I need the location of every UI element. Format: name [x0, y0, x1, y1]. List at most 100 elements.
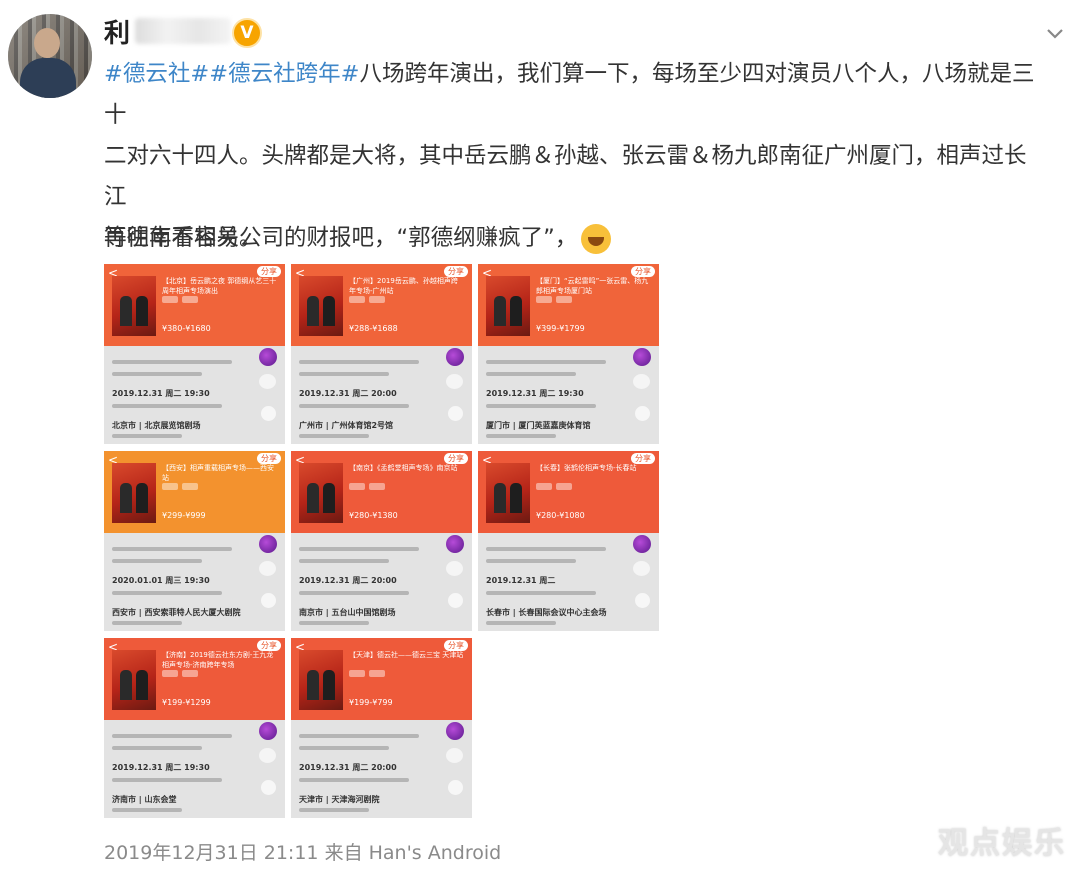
event-screenshot-card[interactable]: < 分享 【南京】《孟鹤堂相声专场》南京站 ¥280-¥1380 2019.12…: [291, 451, 472, 631]
event-venue: 西安市 | 西安索菲特人民大厦大剧院: [112, 608, 241, 617]
card-header: < 分享 【济南】2019德云社东方剧-王九龙相声专场-济南跨年专场 ¥199-…: [104, 638, 285, 720]
info-bar: [112, 434, 182, 438]
event-date: 2019.12.31 周二 20:00: [299, 763, 397, 772]
event-date: 2020.01.01 周三 19:30: [112, 576, 210, 585]
info-bar: [299, 404, 409, 408]
post-timestamp[interactable]: 2019年12月31日 21:11: [104, 842, 319, 864]
info-bar: [112, 621, 182, 625]
tag-chip: [369, 670, 385, 677]
info-bar: [112, 360, 232, 364]
share-icon: [635, 406, 650, 421]
event-venue: 南京市 | 五台山中国馆剧场: [299, 608, 396, 617]
event-poster: [299, 463, 343, 523]
share-icon: [261, 406, 276, 421]
info-bar: [299, 621, 369, 625]
event-screenshot-card[interactable]: < 分享 【厦门】“云起雷鸣”一张云雷、杨九郎相声专场厦门站 ¥399-¥179…: [478, 264, 659, 444]
tag-chip: [182, 483, 198, 490]
event-price: ¥199-¥1299: [162, 698, 211, 707]
event-price: ¥299-¥999: [162, 511, 206, 520]
info-bar: [299, 360, 419, 364]
service-avatar-icon: [259, 535, 277, 553]
info-bar: [486, 360, 606, 364]
event-price: ¥280-¥1380: [349, 511, 398, 520]
laughing-emoji-icon: [581, 223, 612, 254]
event-screenshot-card[interactable]: < 分享 【北京】岳云鹏之夜 郭德纲从艺三十周年相声专场演出 ¥380-¥168…: [104, 264, 285, 444]
tag-chip: [536, 296, 552, 303]
post-second-paragraph: 等明年看相关公司的财报吧，“郭德纲赚疯了”，: [104, 220, 612, 256]
event-poster: [486, 463, 530, 523]
share-icon: [448, 406, 463, 421]
tag-chip: [349, 670, 365, 677]
avatar-body: [20, 58, 76, 98]
tag-chip: [162, 670, 178, 677]
tag-chip: [369, 483, 385, 490]
info-bar: [112, 778, 222, 782]
info-bar: [486, 547, 606, 551]
event-screenshot-card[interactable]: < 分享 【济南】2019德云社东方剧-王九龙相声专场-济南跨年专场 ¥199-…: [104, 638, 285, 818]
heart-icon: [259, 748, 276, 763]
watermark: 观点娱乐: [938, 826, 1066, 861]
event-screenshot-card[interactable]: < 分享 【天津】德云社——德云三宝 天津站 ¥199-¥799 2019.12…: [291, 638, 472, 818]
event-poster: [112, 276, 156, 336]
event-title: 【西安】相声重载相声专场——西安站: [162, 464, 274, 482]
service-avatar-icon: [446, 348, 464, 366]
service-avatar-icon: [633, 348, 651, 366]
tag-chip: [536, 483, 552, 490]
info-bar: [299, 808, 369, 812]
info-bar: [112, 746, 202, 750]
info-bar: [299, 559, 389, 563]
event-screenshot-card[interactable]: < 分享 【西安】相声重载相声专场——西安站 ¥299-¥999 2020.01…: [104, 451, 285, 631]
author-name-visible: 利: [104, 18, 132, 49]
info-bar: [486, 404, 596, 408]
author-name-blurred: [135, 18, 232, 44]
card-header: < 分享 【天津】德云社——德云三宝 天津站 ¥199-¥799: [291, 638, 472, 720]
info-bar: [112, 808, 182, 812]
info-bar: [112, 734, 232, 738]
card-body: 2019.12.31 周二 19:30 厦门市 | 厦门英蓝嘉庚体育馆: [478, 346, 659, 444]
chevron-down-icon[interactable]: [1044, 22, 1066, 44]
heart-icon: [446, 748, 463, 763]
event-title: 【天津】德云社——德云三宝 天津站: [349, 651, 464, 659]
event-date: 2019.12.31 周二 20:00: [299, 389, 397, 398]
hashtag-deyunshe-kuanian[interactable]: #德云社跨年#: [209, 61, 359, 87]
tag-chip: [369, 296, 385, 303]
event-poster: [112, 650, 156, 710]
event-title: 【广州】2019岳云鹏、孙越相声跨年专场-广州站: [349, 277, 458, 295]
event-date: 2019.12.31 周二: [486, 576, 556, 585]
service-avatar-icon: [446, 535, 464, 553]
event-venue: 长春市 | 长春国际会议中心主会场: [486, 608, 607, 617]
post-source: 来自 Han's Android: [324, 842, 502, 864]
event-date: 2019.12.31 周二 19:30: [112, 763, 210, 772]
event-screenshot-card[interactable]: < 分享 【广州】2019岳云鹏、孙越相声跨年专场-广州站 ¥288-¥1688…: [291, 264, 472, 444]
tag-chip: [182, 670, 198, 677]
verified-v-icon: V: [232, 18, 262, 48]
author-name[interactable]: 利: [104, 14, 232, 49]
event-date: 2019.12.31 周二 19:30: [486, 389, 584, 398]
tag-chip: [556, 296, 572, 303]
event-poster: [112, 463, 156, 523]
event-price: ¥288-¥1688: [349, 324, 398, 333]
event-venue: 天津市 | 天津海河剧院: [299, 795, 380, 804]
hashtag-deyunshe[interactable]: #德云社#: [104, 61, 209, 87]
info-bar: [486, 434, 556, 438]
card-header: < 分享 【广州】2019岳云鹏、孙越相声跨年专场-广州站 ¥288-¥1688: [291, 264, 472, 346]
share-icon: [261, 593, 276, 608]
tag-chip: [182, 296, 198, 303]
heart-icon: [259, 374, 276, 389]
event-screenshot-card[interactable]: < 分享 【长春】张鹤伦相声专场-长春站 ¥280-¥1080 2019.12.…: [478, 451, 659, 631]
info-bar: [299, 734, 419, 738]
card-body: 2019.12.31 周二 20:00 南京市 | 五台山中国馆剧场: [291, 533, 472, 631]
card-header: < 分享 【长春】张鹤伦相声专场-长春站 ¥280-¥1080: [478, 451, 659, 533]
avatar[interactable]: [8, 14, 92, 98]
post-body-para2: 等明年看相关公司的财报吧，“郭德纲赚疯了”，: [104, 225, 578, 251]
info-bar: [486, 559, 576, 563]
info-bar: [299, 372, 389, 376]
event-title: 【南京】《孟鹤堂相声专场》南京站: [349, 464, 458, 472]
card-header: < 分享 【厦门】“云起雷鸣”一张云雷、杨九郎相声专场厦门站 ¥399-¥179…: [478, 264, 659, 346]
info-bar: [299, 746, 389, 750]
heart-icon: [259, 561, 276, 576]
info-bar: [486, 621, 556, 625]
event-title: 【长春】张鹤伦相声专场-长春站: [536, 464, 637, 472]
card-body: 2019.12.31 周二 19:30 济南市 | 山东会堂: [104, 720, 285, 818]
event-price: ¥399-¥1799: [536, 324, 585, 333]
